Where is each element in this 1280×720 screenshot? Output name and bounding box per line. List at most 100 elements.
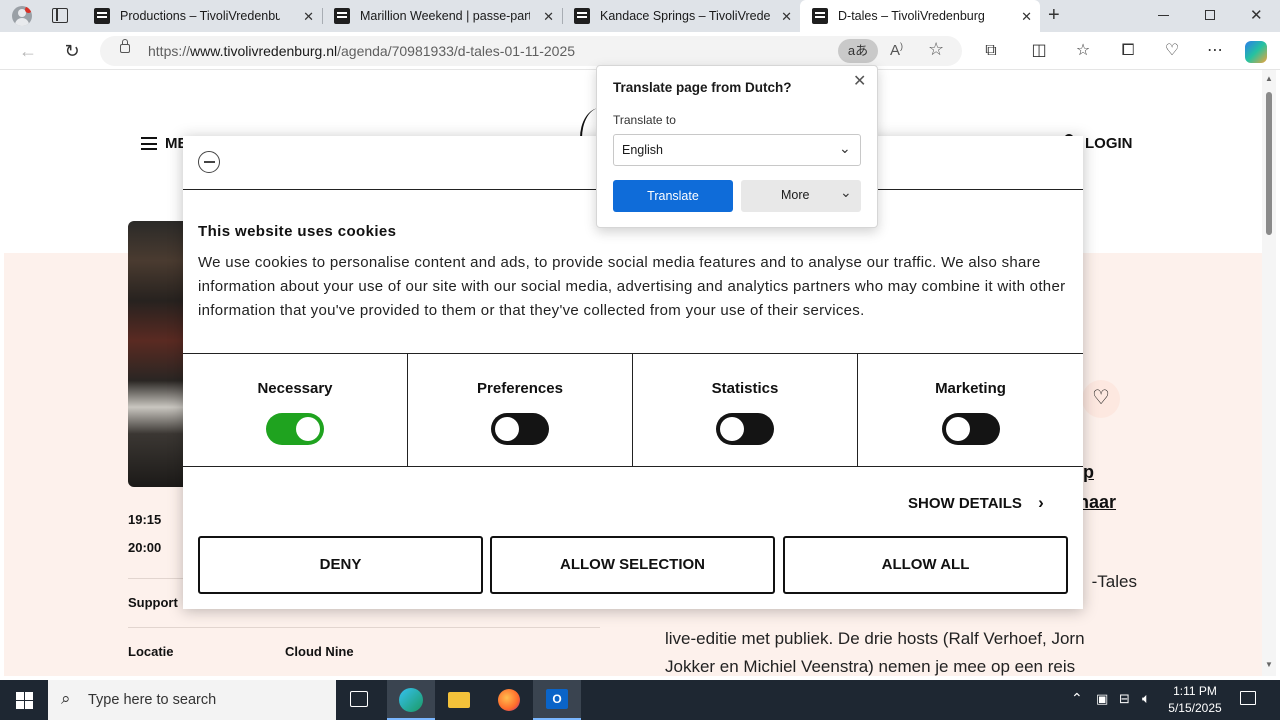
event-image bbox=[128, 221, 188, 487]
device-icon[interactable]: ▣ bbox=[1096, 691, 1108, 707]
favorite-heart-icon[interactable]: ♡ bbox=[1082, 380, 1120, 418]
windows-start-icon[interactable] bbox=[16, 692, 33, 709]
address-bar[interactable]: https://www.tivolivredenburg.nl/agenda/7… bbox=[100, 36, 962, 66]
page-scrollbar[interactable]: ▲ ▼ bbox=[1262, 70, 1276, 676]
browser-tab-active[interactable]: D-tales – TivoliVredenburg ✕ bbox=[800, 0, 1040, 32]
edge-taskbar-icon[interactable] bbox=[387, 680, 435, 720]
language-value: English bbox=[622, 143, 663, 157]
browser-essentials-icon[interactable]: ♡ bbox=[1158, 37, 1186, 65]
consent-category-statistics: Statistics bbox=[633, 353, 858, 466]
favorites-icon[interactable]: ☆ bbox=[1069, 37, 1097, 65]
notifications-icon[interactable] bbox=[1240, 691, 1256, 705]
close-tab-icon[interactable]: ✕ bbox=[1021, 9, 1032, 25]
scroll-down-icon[interactable]: ▼ bbox=[1265, 660, 1273, 669]
consent-category-preferences: Preferences bbox=[408, 353, 633, 466]
browser-tab[interactable]: Kandace Springs – TivoliVredenburg ✕ bbox=[562, 0, 800, 32]
close-tab-icon[interactable]: ✕ bbox=[303, 9, 314, 25]
language-select[interactable]: English ⌄ bbox=[613, 134, 861, 166]
profile-avatar-icon[interactable] bbox=[12, 6, 32, 26]
close-popup-icon[interactable]: ✕ bbox=[853, 71, 866, 91]
allow-selection-button[interactable]: ALLOW SELECTION bbox=[490, 536, 775, 594]
translate-button[interactable]: Translate bbox=[613, 180, 733, 212]
cookiebot-logo-icon bbox=[198, 151, 220, 173]
split-screen-icon[interactable]: ◫ bbox=[1025, 37, 1053, 65]
more-button[interactable]: More ⌄ bbox=[741, 180, 861, 212]
consent-category-marketing: Marketing bbox=[858, 353, 1083, 466]
tivoli-favicon-icon bbox=[334, 8, 350, 24]
preferences-toggle[interactable] bbox=[491, 413, 549, 445]
marketing-toggle[interactable] bbox=[942, 413, 1000, 445]
taskbar-search-box[interactable]: ⌕ Type here to search bbox=[48, 680, 336, 720]
browser-tab[interactable]: Marillion Weekend | passe-partout ✕ bbox=[322, 0, 562, 32]
windows-taskbar: ⌕ Type here to search O ⌃ ▣ ⊟ 🔈︎ 1:11 PM… bbox=[0, 680, 1280, 720]
chevron-right-icon: › bbox=[1038, 493, 1044, 512]
cookie-title: This website uses cookies bbox=[198, 223, 397, 240]
translate-title: Translate page from Dutch? bbox=[613, 80, 792, 95]
scrollbar-thumb[interactable] bbox=[1266, 92, 1272, 235]
clock[interactable]: 1:11 PM 5/15/2025 bbox=[1164, 683, 1226, 717]
translate-icon[interactable]: aあ bbox=[838, 39, 878, 63]
locatie-label: Locatie bbox=[128, 644, 174, 659]
task-view-icon[interactable] bbox=[350, 691, 368, 707]
close-tab-icon[interactable]: ✕ bbox=[543, 9, 554, 25]
minimize-icon[interactable] bbox=[1158, 15, 1169, 16]
tab-title: Productions – TivoliVredenburg bbox=[120, 9, 280, 23]
event-time: 20:00 bbox=[128, 540, 162, 555]
clock-time: 1:11 PM bbox=[1173, 684, 1217, 698]
close-window-icon[interactable]: ✕ bbox=[1250, 6, 1263, 24]
hamburger-menu-icon[interactable] bbox=[141, 137, 157, 150]
favorite-star-icon[interactable]: ☆ bbox=[928, 39, 944, 60]
file-explorer-icon[interactable] bbox=[435, 680, 483, 720]
settings-more-icon[interactable]: ⋯ bbox=[1201, 37, 1229, 65]
allow-all-button[interactable]: ALLOW ALL bbox=[783, 536, 1068, 594]
browser-tab[interactable]: Productions – TivoliVredenburg ✕ bbox=[82, 0, 322, 32]
login-link[interactable]: LOGIN bbox=[1085, 135, 1133, 152]
necessary-toggle[interactable] bbox=[266, 413, 324, 445]
description-line: live-editie met publiek. De drie hosts (… bbox=[665, 628, 1085, 648]
scroll-up-icon[interactable]: ▲ bbox=[1265, 74, 1273, 83]
support-label: Support bbox=[128, 595, 178, 610]
category-label: Marketing bbox=[935, 380, 1006, 397]
translate-to-label: Translate to bbox=[613, 113, 676, 127]
outlook-icon[interactable]: O bbox=[533, 680, 581, 720]
read-aloud-icon[interactable]: A) bbox=[890, 41, 903, 59]
refresh-icon[interactable]: ↻ bbox=[58, 37, 86, 65]
category-label: Preferences bbox=[477, 380, 563, 397]
chevron-down-icon: ⌄ bbox=[839, 140, 851, 156]
show-hidden-icons-icon[interactable]: ⌃ bbox=[1071, 690, 1083, 707]
description-line: Jokker en Michiel Veenstra) nemen je mee… bbox=[665, 657, 1076, 676]
more-label: More bbox=[781, 188, 810, 202]
url-text[interactable]: https://www.tivolivredenburg.nl/agenda/7… bbox=[148, 43, 575, 59]
cookie-description: We use cookies to personalise content an… bbox=[198, 254, 1066, 319]
ticket-link[interactable]: p bbox=[1083, 462, 1094, 483]
deny-button[interactable]: DENY bbox=[198, 536, 483, 594]
start-time: 19:15 bbox=[128, 512, 162, 527]
firefox-icon[interactable] bbox=[485, 680, 533, 720]
chevron-down-icon: ⌄ bbox=[840, 184, 852, 200]
close-tab-icon[interactable]: ✕ bbox=[781, 9, 792, 25]
tab-title: Marillion Weekend | passe-partout bbox=[360, 9, 530, 23]
tivoli-favicon-icon bbox=[812, 8, 828, 24]
collections-icon[interactable]: ⧠ bbox=[1114, 37, 1142, 65]
consent-category-necessary: Necessary bbox=[183, 353, 408, 466]
copilot-icon[interactable] bbox=[1245, 41, 1267, 63]
tab-actions-icon[interactable] bbox=[52, 8, 68, 23]
lock-icon[interactable] bbox=[120, 39, 130, 53]
divider bbox=[128, 627, 600, 628]
show-details-link[interactable]: SHOW DETAILS › bbox=[908, 493, 1044, 513]
tab-title: Kandace Springs – TivoliVredenburg bbox=[600, 9, 770, 23]
back-icon[interactable]: ← bbox=[14, 37, 42, 65]
ticket-link[interactable]: naar bbox=[1078, 492, 1116, 513]
statistics-toggle[interactable] bbox=[716, 413, 774, 445]
tivoli-favicon-icon bbox=[94, 8, 110, 24]
new-tab-icon[interactable]: + bbox=[1048, 4, 1060, 27]
clock-date: 5/15/2025 bbox=[1168, 701, 1222, 715]
browser-tab-bar: Productions – TivoliVredenburg ✕ Marilli… bbox=[0, 0, 1280, 32]
extensions-icon[interactable]: ⧉ bbox=[977, 37, 1005, 65]
tivoli-favicon-icon bbox=[574, 8, 590, 24]
translate-popup: Translate page from Dutch? ✕ Translate t… bbox=[596, 65, 878, 228]
volume-icon[interactable]: 🔈︎ bbox=[1142, 690, 1150, 707]
restore-icon[interactable] bbox=[1205, 10, 1215, 20]
network-icon[interactable]: ⊟ bbox=[1119, 691, 1130, 707]
locatie-value: Cloud Nine bbox=[285, 644, 354, 659]
